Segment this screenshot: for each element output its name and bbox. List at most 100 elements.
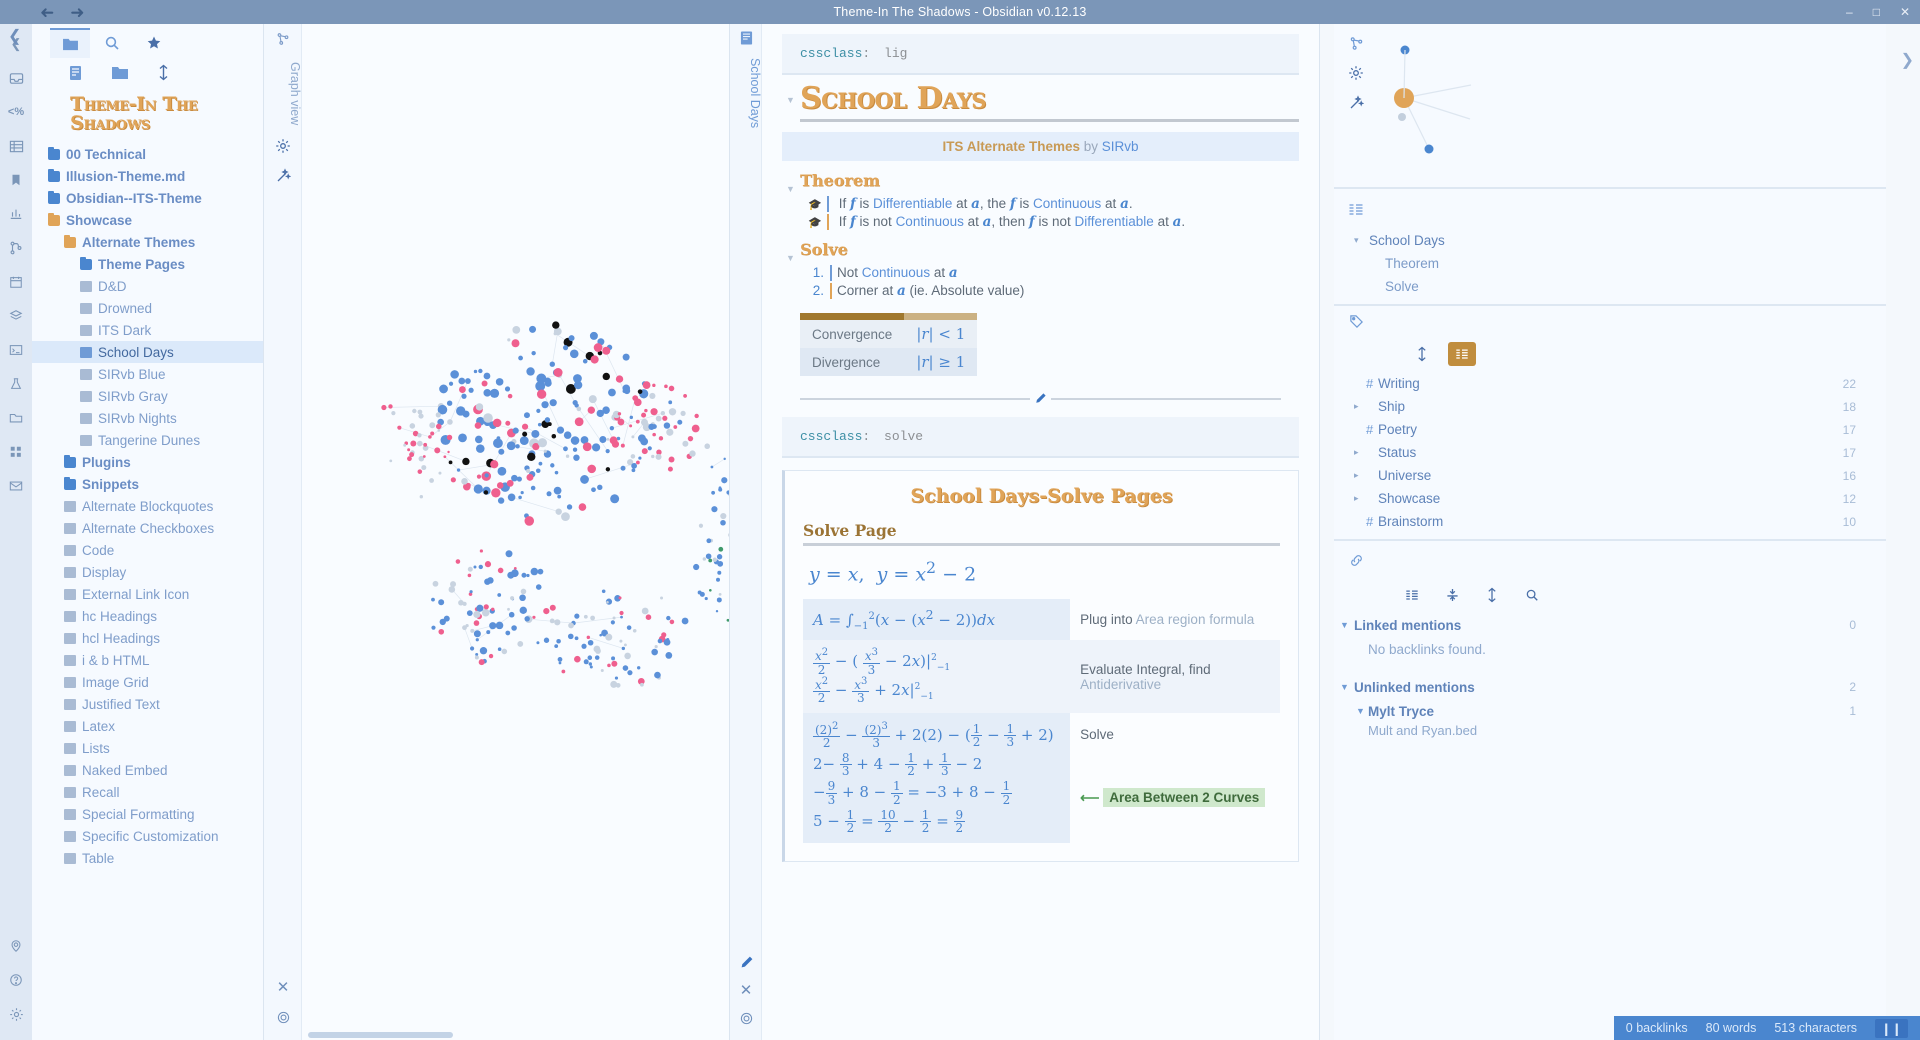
folder-open-icon[interactable] [2, 404, 30, 432]
pin-icon[interactable] [730, 1004, 762, 1032]
graph-canvas[interactable] [302, 24, 729, 1038]
file-tree-item[interactable]: Special Formatting [32, 803, 263, 825]
maximize-button[interactable]: □ [1873, 5, 1880, 19]
edit-pencil-icon[interactable] [730, 948, 762, 976]
pin-icon[interactable] [2, 932, 30, 960]
document-icon[interactable] [730, 24, 762, 52]
chevron-right-icon[interactable]: ▸ [1354, 493, 1366, 504]
file-tree-item[interactable]: Illusion-Theme.md [32, 165, 263, 187]
close-icon[interactable]: ✕ [730, 976, 762, 1004]
outline-icon[interactable] [1334, 195, 1378, 225]
pin-icon[interactable] [264, 1002, 302, 1032]
file-tree-item[interactable]: Lists [32, 737, 263, 759]
file-tree-item[interactable]: Code [32, 539, 263, 561]
file-tree-item-selected[interactable]: School Days [32, 341, 263, 363]
tab-starred[interactable] [134, 28, 174, 58]
chart-icon[interactable] [2, 200, 30, 228]
tab-files[interactable] [50, 28, 90, 58]
inbox-icon[interactable] [2, 64, 30, 92]
file-tree-item[interactable]: Theme Pages [32, 253, 263, 275]
tag-item[interactable]: ▸ Ship 18 [1334, 395, 1886, 418]
file-tree-item[interactable]: Drowned [32, 297, 263, 319]
tag-item[interactable]: # Brainstorm 10 [1334, 510, 1886, 533]
terminal-icon[interactable] [2, 336, 30, 364]
file-tree-item[interactable]: Recall [32, 781, 263, 803]
tag-item[interactable]: # Writing 22 [1334, 372, 1886, 395]
file-tree-item[interactable]: Plugins [32, 451, 263, 473]
outline-item[interactable]: ▾ School Days [1334, 229, 1886, 252]
file-tree-item[interactable]: Specific Customization [32, 825, 263, 847]
tag-item[interactable]: ▸ Showcase 12 [1334, 487, 1886, 510]
collapse-solve-icon[interactable]: ▼ [786, 253, 795, 263]
search-icon[interactable] [1518, 583, 1546, 607]
file-tree-item[interactable]: Naked Embed [32, 759, 263, 781]
file-tree-item[interactable]: ITS Dark [32, 319, 263, 341]
list-item[interactable]: ▼ Mylt Tryce 1 [1334, 699, 1886, 723]
tab-search[interactable] [92, 28, 132, 58]
sort-icon[interactable] [1478, 583, 1506, 607]
byline-author[interactable]: SIRvb [1102, 139, 1139, 154]
file-tree-item[interactable]: D&D [32, 275, 263, 297]
file-tree-item[interactable]: Showcase [32, 209, 263, 231]
expand-right-sidebar-icon[interactable]: ❯ [1901, 50, 1914, 70]
file-tree-item[interactable]: Alternate Blockquotes [32, 495, 263, 517]
collapse-icon[interactable] [1438, 583, 1466, 607]
file-tree-item[interactable]: 00 Technical [32, 143, 263, 165]
file-tree-item[interactable]: Alternate Checkboxes [32, 517, 263, 539]
tag-icon[interactable] [1334, 306, 1378, 336]
layers-icon[interactable] [2, 302, 30, 330]
chevron-right-icon[interactable]: ▸ [1354, 401, 1366, 412]
minimize-button[interactable]: – [1846, 5, 1853, 19]
collapse-theorem-icon[interactable]: ▼ [786, 184, 795, 194]
file-tree-item[interactable]: SIRvb Gray [32, 385, 263, 407]
tag-item[interactable]: # Poetry 17 [1334, 418, 1886, 441]
outline-item[interactable]: Solve [1334, 275, 1886, 298]
sort-icon[interactable] [1408, 342, 1436, 366]
close-icon[interactable]: ✕ [264, 972, 302, 1002]
local-graph-canvas[interactable] [1334, 24, 1886, 184]
sort-icon[interactable] [157, 64, 170, 81]
unlinked-mentions-header[interactable]: ▼ Unlinked mentions 2 [1334, 675, 1886, 699]
table-icon[interactable] [2, 132, 30, 160]
new-folder-icon[interactable] [111, 65, 129, 80]
linked-mentions-header[interactable]: ▼ Linked mentions 0 [1334, 613, 1886, 637]
file-tree-item[interactable]: Display [32, 561, 263, 583]
file-tree-item[interactable]: Tangerine Dunes [32, 429, 263, 451]
file-tree-item[interactable]: Obsidian--ITS-Theme [32, 187, 263, 209]
chevron-right-icon[interactable]: ▸ [1354, 447, 1366, 458]
settings-icon[interactable] [2, 1000, 30, 1028]
file-tree-item[interactable]: Snippets [32, 473, 263, 495]
settings-gear-icon[interactable] [264, 131, 302, 161]
bookmark-icon[interactable] [2, 166, 30, 194]
close-button[interactable]: ✕ [1900, 5, 1910, 19]
help-icon[interactable] [2, 966, 30, 994]
edit-pencil-icon[interactable] [1034, 392, 1047, 405]
flask-icon[interactable] [2, 370, 30, 398]
file-tree-item[interactable]: SIRvb Nights [32, 407, 263, 429]
outline-item[interactable]: Theorem [1334, 252, 1886, 275]
tag-item[interactable]: ▸ Universe 16 [1334, 464, 1886, 487]
branch-icon[interactable] [2, 234, 30, 262]
mail-icon[interactable] [2, 472, 30, 500]
chevron-down-icon[interactable]: ▾ [1354, 235, 1364, 246]
list-icon[interactable] [1398, 583, 1426, 607]
collapse-h1-icon[interactable]: ▼ [786, 95, 795, 105]
graph-icon[interactable] [264, 24, 302, 54]
file-tree-item[interactable]: External Link Icon [32, 583, 263, 605]
tag-item[interactable]: ▸ Status 17 [1334, 441, 1886, 464]
calendar-icon[interactable] [2, 268, 30, 296]
magic-wand-icon[interactable] [264, 161, 302, 191]
editor-content[interactable]: cssclass: lig ▼ School Days ITS Alternat… [762, 24, 1319, 1040]
chevron-right-icon[interactable]: ▸ [1354, 470, 1366, 481]
file-tree-item[interactable]: Latex [32, 715, 263, 737]
collapse-sidebar-icon[interactable]: ❮ [8, 26, 21, 46]
new-note-icon[interactable] [68, 65, 83, 81]
file-tree-item[interactable]: Justified Text [32, 693, 263, 715]
percent-icon[interactable]: <% [2, 98, 30, 126]
nest-icon[interactable] [1448, 342, 1476, 366]
file-tree-item[interactable]: SIRvb Blue [32, 363, 263, 385]
file-tree-item[interactable]: i & b HTML [32, 649, 263, 671]
graph-horizontal-scrollbar[interactable] [308, 1032, 688, 1038]
file-tree-item[interactable]: Image Grid [32, 671, 263, 693]
file-tree-item[interactable]: hcl Headings [32, 627, 263, 649]
